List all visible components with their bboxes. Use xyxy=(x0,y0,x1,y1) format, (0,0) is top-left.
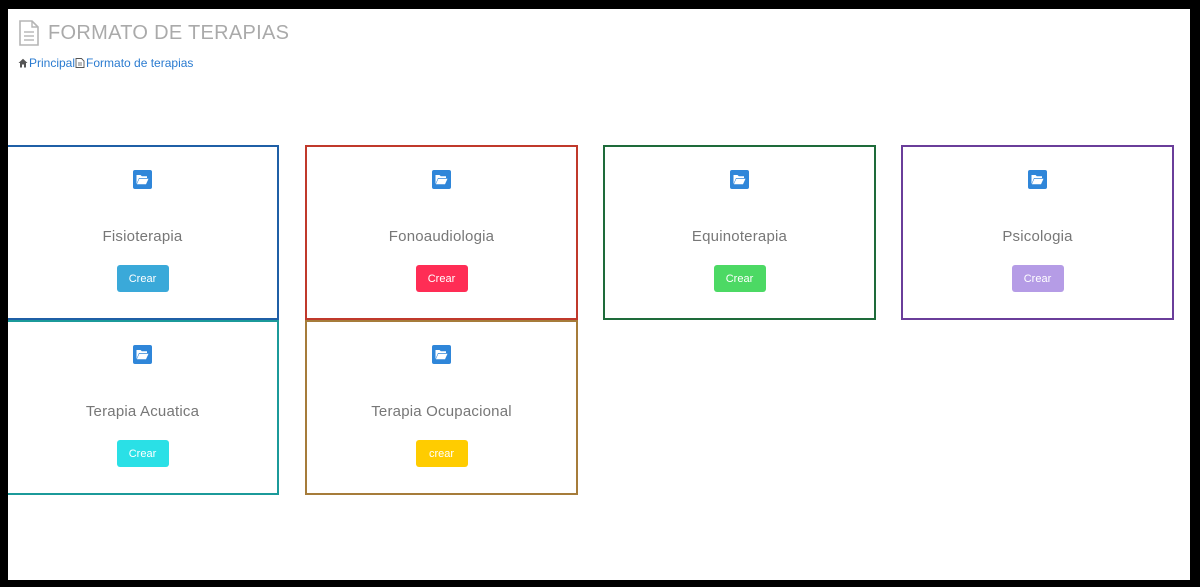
card-equinoterapia: Equinoterapia Crear xyxy=(603,145,876,320)
card-title: Psicologia xyxy=(1002,228,1073,245)
folder-icon xyxy=(432,170,451,189)
breadcrumb: Principal Formato de terapias xyxy=(18,56,193,70)
page-header: FORMATO DE TERAPIAS xyxy=(18,20,289,46)
breadcrumb-label: Principal xyxy=(29,56,76,70)
crear-button[interactable]: Crear xyxy=(116,440,169,467)
card-psicologia: Psicologia Crear xyxy=(901,145,1174,320)
breadcrumb-link-principal[interactable]: Principal xyxy=(18,56,75,70)
page: FORMATO DE TERAPIAS Principal Formato de… xyxy=(8,9,1190,580)
page-title: FORMATO DE TERAPIAS xyxy=(48,21,290,44)
folder-icon xyxy=(432,345,451,364)
folder-icon xyxy=(1028,170,1047,189)
card-terapia-acuatica: Terapia Acuatica Crear xyxy=(8,320,279,495)
card-fonoaudiologia: Fonoaudiologia Crear xyxy=(305,145,578,320)
home-icon xyxy=(18,58,28,68)
breadcrumb-label: Formato de terapias xyxy=(86,56,194,70)
card-title: Fisioterapia xyxy=(102,228,183,245)
document-icon xyxy=(19,20,39,46)
crear-button[interactable]: Crear xyxy=(1011,265,1064,292)
card-terapia-ocupacional: Terapia Ocupacional crear xyxy=(305,320,578,495)
card-title: Fonoaudiologia xyxy=(388,228,495,245)
card-title: Terapia Ocupacional xyxy=(371,403,512,420)
crear-button[interactable]: Crear xyxy=(415,265,468,292)
folder-icon xyxy=(133,345,152,364)
breadcrumb-link-formato[interactable]: Formato de terapias xyxy=(75,56,193,70)
crear-button[interactable]: Crear xyxy=(116,265,169,292)
card-title: Equinoterapia xyxy=(691,228,788,245)
crear-button[interactable]: Crear xyxy=(713,265,766,292)
card-fisioterapia: Fisioterapia Crear xyxy=(8,145,279,320)
folder-icon xyxy=(133,170,152,189)
crear-button[interactable]: crear xyxy=(415,440,468,467)
card-title: Terapia Acuatica xyxy=(85,403,200,420)
document-icon xyxy=(75,58,85,68)
folder-icon xyxy=(730,170,749,189)
